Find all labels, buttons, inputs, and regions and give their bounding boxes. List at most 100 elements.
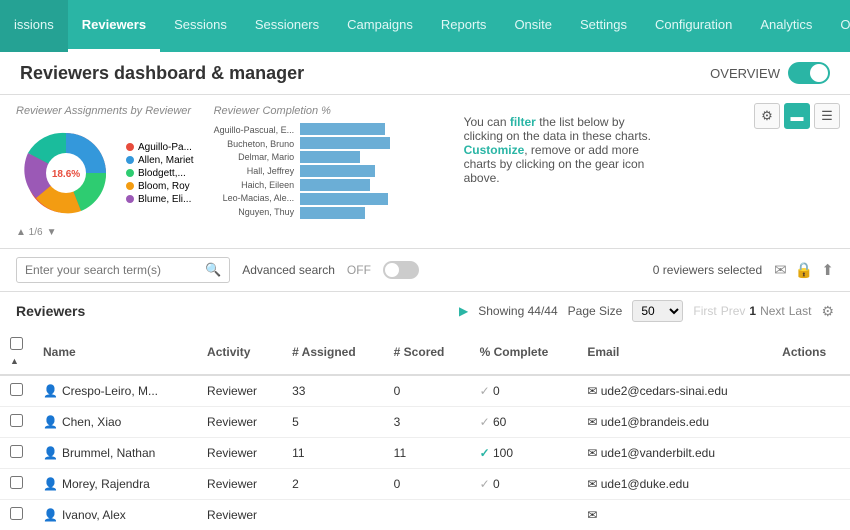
row-checkbox[interactable]	[10, 445, 23, 458]
legend-dot	[126, 195, 134, 203]
row-activity: Reviewer	[197, 500, 282, 530]
nav-item-sessions[interactable]: Sessions	[160, 0, 241, 52]
nav-item-analytics[interactable]: Analytics	[746, 0, 826, 52]
chart-toolbar: ⚙ ▬ ☰	[754, 103, 840, 129]
action-icons: ✉ 🔒 ⬆	[774, 261, 834, 279]
current-page: 1	[749, 304, 756, 318]
advanced-toggle[interactable]	[383, 261, 419, 279]
legend-label: Blodgett,...	[138, 168, 186, 179]
table-header-row: ▲ Name Activity # Assigned # Scored % Co…	[0, 330, 850, 375]
col-actions[interactable]: Actions	[772, 330, 850, 375]
first-page-btn[interactable]: First	[693, 304, 716, 318]
row-complete	[470, 500, 578, 530]
legend-item: Blodgett,...	[126, 168, 194, 179]
list-view-icon[interactable]: ☰	[814, 103, 840, 129]
row-name: 👤Crespo-Leiro, M...	[33, 375, 197, 407]
email-action-icon[interactable]: ✉	[774, 261, 787, 279]
off-label: OFF	[347, 263, 371, 277]
col-activity[interactable]: Activity	[197, 330, 282, 375]
row-checkbox-cell	[0, 500, 33, 530]
bar-label: Hall, Jeffrey	[214, 165, 295, 177]
nav-item-reviewers[interactable]: Reviewers	[68, 0, 160, 52]
search-box: 🔍	[16, 257, 230, 283]
search-icon[interactable]: 🔍	[205, 262, 221, 278]
nav-item-campaigns[interactable]: Campaigns	[333, 0, 427, 52]
row-email: ✉ ude1@duke.edu	[577, 469, 772, 500]
email-icon: ✉	[587, 508, 597, 522]
row-checkbox[interactable]	[10, 414, 23, 427]
pie-pagination: ▲ 1/6 ▼	[16, 227, 194, 238]
legend-label: Blume, Eli...	[138, 194, 191, 205]
row-email: ✉ ude1@brandeis.edu	[577, 407, 772, 438]
row-checkbox-cell	[0, 407, 33, 438]
nav-item-submissions[interactable]: issions	[0, 0, 68, 52]
bar-view-icon[interactable]: ▬	[784, 103, 810, 129]
row-email: ✉ ude1@vanderbilt.edu	[577, 438, 772, 469]
row-complete: ✓ 0	[470, 469, 578, 500]
nav-item-settings[interactable]: Settings	[566, 0, 641, 52]
row-assigned: 33	[282, 375, 384, 407]
legend-label: Allen, Mariet	[138, 155, 194, 166]
lock-action-icon[interactable]: 🔒	[795, 261, 814, 279]
nav-item-configuration[interactable]: Configuration	[641, 0, 746, 52]
row-name: 👤Chen, Xiao	[33, 407, 197, 438]
col-scored[interactable]: # Scored	[384, 330, 470, 375]
legend-item: Aguillo-Pa...	[126, 142, 194, 153]
email-icon: ✉	[587, 446, 597, 460]
overview-toggle[interactable]	[788, 62, 830, 84]
nav-item-reports[interactable]: Reports	[427, 0, 501, 52]
col-complete[interactable]: % Complete	[470, 330, 578, 375]
legend-dot	[126, 182, 134, 190]
pie-page-down[interactable]: ▼	[47, 227, 57, 238]
charts-section: ⚙ ▬ ☰ Reviewer Assignments by Reviewer 1…	[0, 95, 850, 249]
table-row: 👤Brummel, Nathan Reviewer 11 11 ✓ 100 ✉ …	[0, 438, 850, 469]
col-name[interactable]: Name	[33, 330, 197, 375]
row-email: ✉ ude2@cedars-sinai.edu	[577, 375, 772, 407]
table-title: Reviewers	[16, 303, 85, 319]
row-checkbox-cell	[0, 438, 33, 469]
filter-bar: 🔍 Advanced search OFF 0 reviewers select…	[0, 249, 850, 292]
gear-chart-icon[interactable]: ⚙	[754, 103, 780, 129]
row-assigned: 2	[282, 469, 384, 500]
legend-dot	[126, 156, 134, 164]
bar[interactable]	[300, 179, 370, 191]
row-complete: ✓ 60	[470, 407, 578, 438]
export-action-icon[interactable]: ⬆	[821, 261, 834, 279]
bar[interactable]	[300, 137, 390, 149]
row-scored: 0	[384, 469, 470, 500]
table-row: 👤Chen, Xiao Reviewer 5 3 ✓ 60 ✉ ude1@bra…	[0, 407, 850, 438]
bar[interactable]	[300, 151, 360, 163]
complete-checkmark: ✓	[480, 446, 490, 460]
prev-page-btn[interactable]: Prev	[721, 304, 746, 318]
row-checkbox[interactable]	[10, 476, 23, 489]
user-icon: 👤	[43, 446, 58, 460]
table-settings-icon[interactable]: ⚙	[821, 303, 834, 320]
legend-dot	[126, 169, 134, 177]
col-assigned[interactable]: # Assigned	[282, 330, 384, 375]
nav-item-sessioners[interactable]: Sessioners	[241, 0, 333, 52]
page-size-select[interactable]: 50 25 100	[632, 300, 683, 322]
pagination: First Prev 1 Next Last	[693, 304, 811, 318]
bar[interactable]	[300, 207, 365, 219]
select-all-checkbox[interactable]	[10, 337, 23, 350]
bar[interactable]	[300, 123, 385, 135]
pie-chart-svg[interactable]: 18.6%	[16, 123, 116, 223]
nav-item-operation[interactable]: Operation	[826, 0, 850, 52]
nav-item-onsite[interactable]: Onsite	[500, 0, 566, 52]
bar[interactable]	[300, 165, 375, 177]
search-input[interactable]	[25, 263, 205, 277]
bar-labels: Aguillo-Pascual, E... Bucheton, Bruno De…	[214, 123, 295, 219]
table-wrapper: ▲ Name Activity # Assigned # Scored % Co…	[0, 330, 850, 530]
overview-section: OVERVIEW	[710, 62, 830, 84]
bar[interactable]	[300, 193, 388, 205]
table-row: 👤Morey, Rajendra Reviewer 2 0 ✓ 0 ✉ ude1…	[0, 469, 850, 500]
row-assigned	[282, 500, 384, 530]
col-email[interactable]: Email	[577, 330, 772, 375]
next-page-btn[interactable]: Next	[760, 304, 785, 318]
last-page-btn[interactable]: Last	[789, 304, 812, 318]
row-checkbox[interactable]	[10, 507, 23, 520]
select-all-header[interactable]: ▲	[0, 330, 33, 375]
row-name: 👤Ivanov, Alex	[33, 500, 197, 530]
page-size-label: Page Size	[568, 304, 623, 318]
row-checkbox[interactable]	[10, 383, 23, 396]
